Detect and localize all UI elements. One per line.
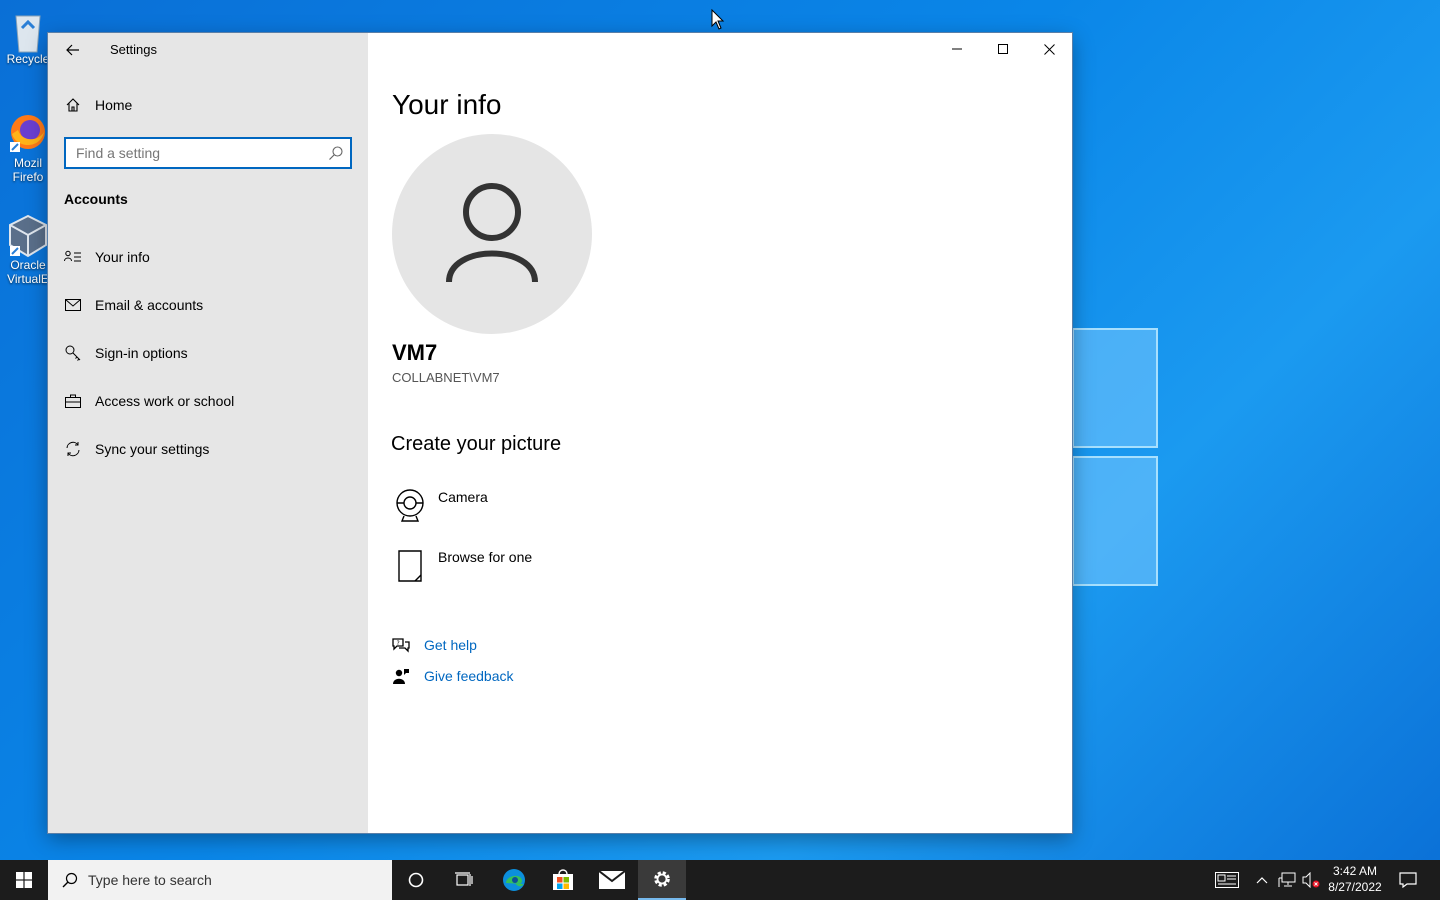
sidebar-item-email-accounts[interactable]: Email & accounts — [64, 296, 203, 314]
browse-label: Browse for one — [438, 549, 533, 565]
svg-text:?: ? — [397, 640, 400, 647]
briefcase-icon — [64, 392, 82, 410]
recycle-bin-icon — [8, 8, 48, 53]
window-title: Settings — [110, 42, 157, 57]
notification-icon — [1399, 872, 1417, 888]
task-view-button[interactable] — [440, 860, 488, 900]
sidebar-item-label: Your info — [95, 249, 150, 265]
cortana-button[interactable] — [392, 860, 440, 900]
taskbar-clock[interactable]: 3:42 AM 8/27/2022 — [1322, 863, 1388, 897]
sidebar-item-access-work[interactable]: Access work or school — [64, 392, 234, 410]
file-icon — [392, 549, 428, 585]
close-icon — [1043, 43, 1055, 55]
windows-logo-icon — [16, 872, 32, 888]
give-feedback-link[interactable]: Give feedback — [392, 667, 514, 685]
search-icon — [60, 872, 80, 888]
sidebar-item-label: Sign-in options — [95, 345, 188, 361]
camera-label: Camera — [438, 489, 488, 505]
taskbar-search[interactable]: Type here to search — [48, 860, 392, 900]
sidebar-item-label: Access work or school — [95, 393, 235, 409]
link-text: Give feedback — [424, 668, 514, 684]
task-view-icon — [455, 872, 473, 886]
settings-window: Settings Home Accounts Your info Email & — [48, 33, 1072, 833]
user-domain: COLLABNET\VM7 — [392, 370, 500, 385]
gear-icon — [654, 871, 670, 887]
sidebar-item-your-info[interactable]: Your info — [64, 248, 150, 266]
camera-icon — [392, 489, 428, 525]
taskbar: Type here to search 3:42 AM 8/27/2022 — [0, 860, 1440, 900]
action-center-button[interactable] — [1394, 860, 1422, 900]
key-icon — [64, 344, 82, 362]
search-box[interactable] — [64, 137, 352, 169]
edge-button[interactable] — [490, 860, 538, 900]
windows-wallpaper-logo — [1072, 318, 1162, 588]
news-icon — [1215, 872, 1239, 888]
edge-icon — [503, 869, 525, 891]
browse-option[interactable]: Browse for one — [392, 549, 532, 585]
maximize-icon — [998, 44, 1008, 54]
home-icon — [64, 96, 82, 114]
mouse-cursor-icon — [711, 9, 725, 30]
firefox-icon — [8, 112, 48, 152]
feedback-icon — [392, 667, 410, 685]
start-button[interactable] — [0, 860, 48, 900]
avatar — [392, 134, 592, 334]
page-title: Your info — [392, 89, 502, 120]
chevron-up-icon — [1256, 877, 1268, 884]
store-bag-icon — [553, 869, 573, 890]
close-button[interactable] — [1026, 33, 1072, 65]
sidebar-item-home[interactable]: Home — [64, 96, 132, 114]
back-button[interactable] — [62, 39, 84, 61]
cortana-circle-icon — [408, 872, 424, 888]
sidebar-item-sign-in-options[interactable]: Sign-in options — [64, 344, 188, 362]
network-tray-button[interactable] — [1276, 860, 1298, 900]
sidebar-item-sync-settings[interactable]: Sync your settings — [64, 440, 209, 458]
contact-info-icon — [64, 248, 82, 266]
taskbar-search-placeholder: Type here to search — [88, 872, 212, 888]
store-button[interactable] — [539, 860, 587, 900]
search-input[interactable] — [66, 139, 316, 167]
user-name: VM7 — [392, 340, 438, 365]
clock-time: 3:42 AM — [1332, 864, 1378, 878]
minimize-button[interactable] — [934, 33, 980, 65]
maximize-button[interactable] — [980, 33, 1026, 65]
search-icon — [328, 145, 344, 161]
settings-main: Your info VM7 COLLABNET\VM7 Create your … — [368, 33, 1072, 833]
help-chat-icon: ? — [392, 636, 410, 654]
sync-icon — [64, 440, 82, 458]
settings-taskbar-button[interactable] — [638, 860, 686, 900]
mail-icon — [599, 871, 625, 889]
volume-tray-button[interactable] — [1300, 860, 1322, 900]
volume-muted-icon — [1302, 872, 1320, 888]
clock-date: 8/27/2022 — [1328, 880, 1382, 894]
back-arrow-icon — [66, 44, 79, 56]
virtualbox-icon — [8, 214, 48, 258]
section-heading: Accounts — [64, 191, 128, 207]
sidebar-item-label: Email & accounts — [95, 297, 204, 313]
minimize-icon — [952, 48, 962, 50]
mail-button[interactable] — [588, 860, 636, 900]
news-tray-button[interactable] — [1212, 860, 1242, 900]
network-icon — [1278, 872, 1296, 887]
mail-icon — [64, 296, 82, 314]
user-silhouette-icon — [446, 183, 538, 283]
create-picture-heading: Create your picture — [391, 433, 562, 455]
sidebar-item-label: Home — [95, 97, 133, 113]
sidebar-item-label: Sync your settings — [95, 441, 210, 457]
get-help-link[interactable]: ? Get help — [392, 636, 477, 654]
link-text: Get help — [424, 637, 477, 653]
settings-sidebar: Settings Home Accounts Your info Email & — [48, 33, 368, 833]
camera-option[interactable]: Camera — [392, 489, 488, 525]
show-hidden-icons-button[interactable] — [1252, 860, 1272, 900]
